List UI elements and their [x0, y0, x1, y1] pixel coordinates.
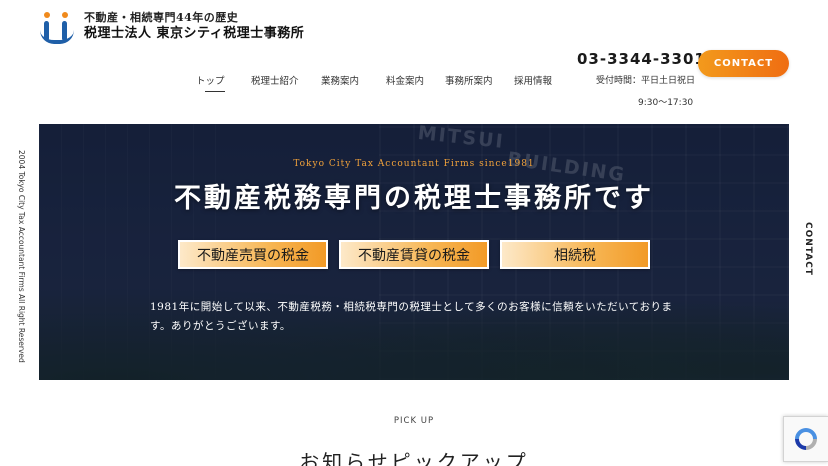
- contact-tab-label: CONTACT: [803, 222, 813, 276]
- business-hours-label: 受付時間：平日土日祝日: [596, 76, 696, 86]
- recaptcha-badge[interactable]: [783, 416, 828, 462]
- vertical-contact-tab[interactable]: CONTACT: [800, 222, 816, 278]
- hero-banner: MITSUI BUILDING Tokyo City Tax Accountan…: [39, 124, 789, 380]
- nav-item-top[interactable]: トップ: [196, 73, 225, 92]
- logo-mark-icon: [38, 10, 76, 44]
- nav-item-office[interactable]: 事務所案内: [445, 73, 493, 87]
- copyright-text: 2004 Tokyo City Tax Accountant Firms All…: [17, 150, 26, 363]
- real-estate-sale-tax-button[interactable]: 不動産売買の税金: [178, 240, 328, 269]
- hero-subtitle: Tokyo City Tax Accountant Firms since198…: [293, 159, 535, 169]
- site-logo[interactable]: 不動産・相続専門44年の歴史 税理士法人 東京シティ税理士事務所: [38, 10, 304, 44]
- vertical-copyright: 2004 Tokyo City Tax Accountant Firms All…: [14, 150, 26, 363]
- contact-button[interactable]: CONTACT: [698, 50, 789, 77]
- logo-firm-name: 税理士法人 東京シティ税理士事務所: [84, 26, 305, 41]
- real-estate-rental-tax-button[interactable]: 不動産賃貸の税金: [339, 240, 489, 269]
- nav-item-services[interactable]: 業務案内: [321, 73, 359, 87]
- hero-description: 1981年に開始して以来、不動産税務・相続税専門の税理士として多くのお客様に信頼…: [150, 301, 673, 332]
- business-hours-time: 9:30〜17:30: [638, 98, 694, 108]
- nav-item-pricing[interactable]: 料金案内: [386, 73, 424, 87]
- nav-item-accountants[interactable]: 税理士紹介: [251, 73, 299, 87]
- inheritance-tax-button[interactable]: 相続税: [500, 240, 650, 269]
- hero-title: 不動産税務専門の税理士事務所です: [174, 183, 654, 214]
- logo-tagline: 不動産・相続専門44年の歴史: [84, 11, 239, 24]
- pickup-section-title: お知らせピックアップ: [299, 450, 529, 466]
- nav-item-recruit[interactable]: 採用情報: [514, 73, 552, 87]
- phone-number[interactable]: 03-3344-3301: [577, 50, 706, 68]
- pickup-section-label: PICK UP: [393, 416, 435, 426]
- recaptcha-icon: [795, 428, 817, 450]
